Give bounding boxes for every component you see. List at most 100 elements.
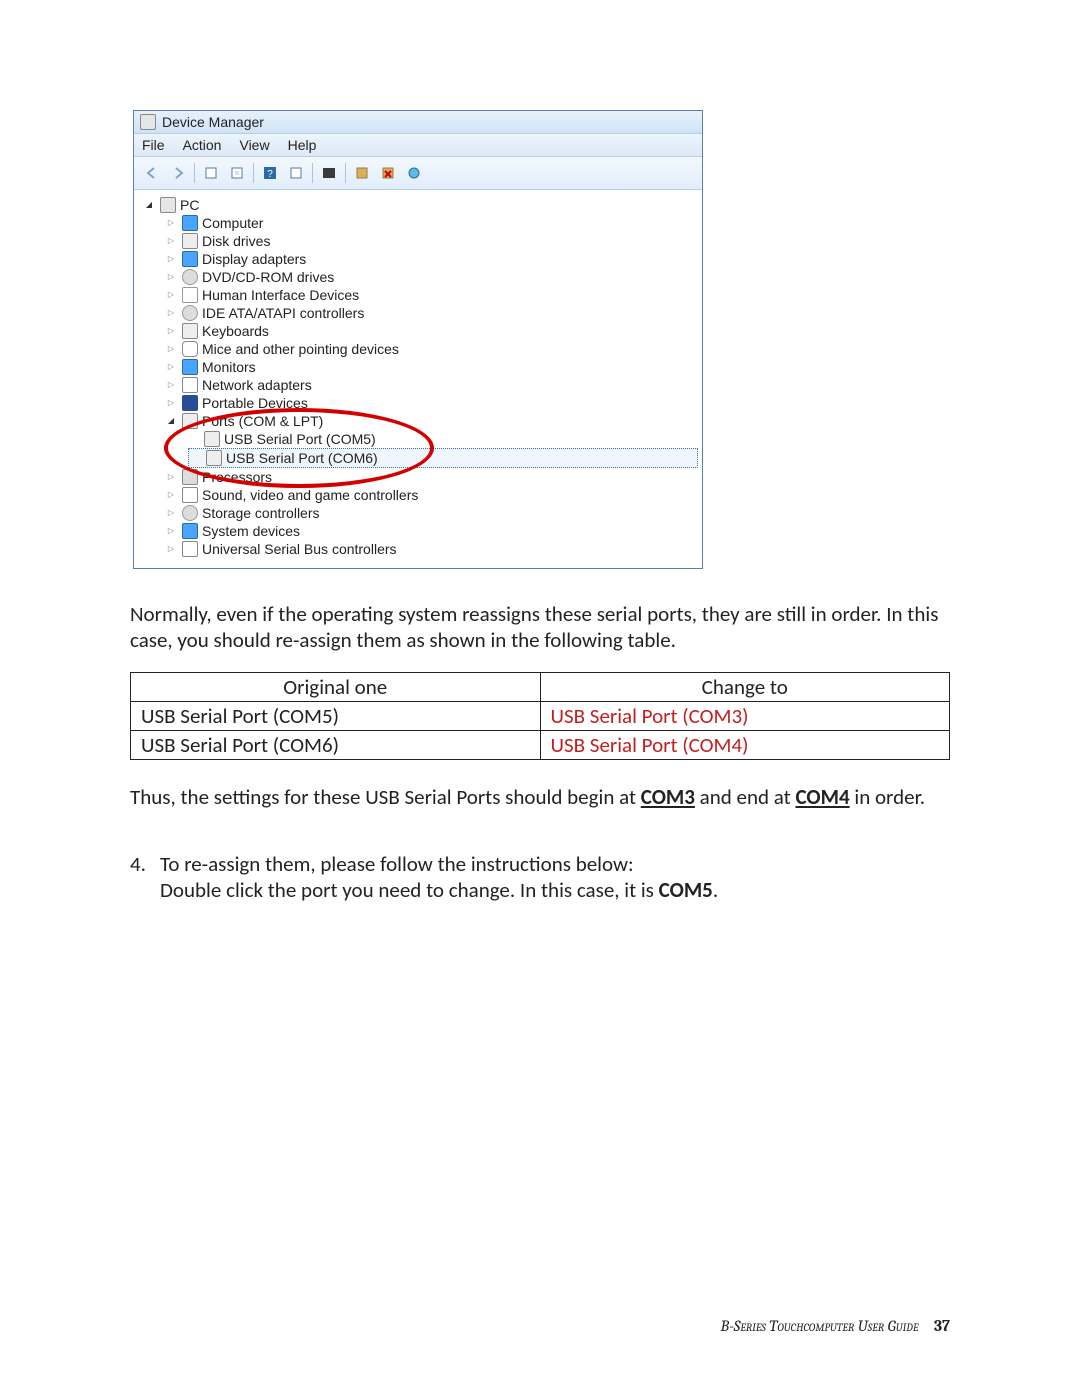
tree-item[interactable]: Display adapters bbox=[166, 250, 698, 268]
toolbar: ? bbox=[134, 157, 702, 190]
mon-icon bbox=[182, 215, 198, 231]
kb-icon bbox=[182, 323, 198, 339]
hid-icon bbox=[182, 287, 198, 303]
tree-item[interactable]: Human Interface Devices bbox=[166, 286, 698, 304]
tree-item[interactable]: USB Serial Port (COM6) bbox=[188, 448, 698, 468]
tree-item[interactable]: Storage controllers bbox=[166, 504, 698, 522]
expand-icon[interactable] bbox=[166, 290, 176, 300]
expand-icon[interactable] bbox=[166, 398, 176, 408]
usb-icon bbox=[182, 541, 198, 557]
tree-item-label: Mice and other pointing devices bbox=[202, 340, 399, 358]
port-icon bbox=[182, 413, 198, 429]
disk-icon bbox=[182, 233, 198, 249]
tree-item-label: Computer bbox=[202, 214, 263, 232]
chip-icon bbox=[182, 469, 198, 485]
tree-item[interactable]: Disk drives bbox=[166, 232, 698, 250]
menu-action[interactable]: Action bbox=[183, 137, 222, 153]
pc-icon bbox=[160, 197, 176, 213]
tree-item[interactable]: Monitors bbox=[166, 358, 698, 376]
expand-icon[interactable] bbox=[166, 344, 176, 354]
tree-item[interactable]: Mice and other pointing devices bbox=[166, 340, 698, 358]
tree-item-label: Network adapters bbox=[202, 376, 312, 394]
tree-item[interactable]: Sound, video and game controllers bbox=[166, 486, 698, 504]
tree-item-label: USB Serial Port (COM5) bbox=[224, 430, 376, 448]
expand-icon[interactable] bbox=[166, 508, 176, 518]
properties-icon[interactable] bbox=[199, 161, 223, 185]
tree-item[interactable]: USB Serial Port (COM5) bbox=[188, 430, 698, 448]
expand-icon[interactable] bbox=[166, 236, 176, 246]
menu-file[interactable]: File bbox=[142, 137, 165, 153]
forward-icon[interactable] bbox=[166, 161, 190, 185]
mon-icon bbox=[182, 359, 198, 375]
tree-item-label: Universal Serial Bus controllers bbox=[202, 540, 397, 558]
paragraph-2: Thus, the settings for these USB Serial … bbox=[130, 784, 950, 810]
snd-icon bbox=[182, 487, 198, 503]
expand-icon[interactable] bbox=[166, 272, 176, 282]
tree-item[interactable]: Ports (COM & LPT) bbox=[166, 412, 698, 430]
tree-item[interactable]: Universal Serial Bus controllers bbox=[166, 540, 698, 558]
net-icon bbox=[182, 377, 198, 393]
device-manager-icon bbox=[140, 114, 156, 130]
expand-icon[interactable] bbox=[166, 326, 176, 336]
expand-icon[interactable] bbox=[166, 472, 176, 482]
toolbar-icon-5[interactable] bbox=[317, 161, 341, 185]
expand-icon[interactable] bbox=[166, 490, 176, 500]
tree-item[interactable]: DVD/CD-ROM drives bbox=[166, 268, 698, 286]
table-header-changeto: Change to bbox=[540, 672, 950, 701]
table-row: USB Serial Port (COM6) USB Serial Port (… bbox=[131, 731, 950, 760]
tree-item[interactable]: Portable Devices bbox=[166, 394, 698, 412]
toolbar-icon-7[interactable] bbox=[376, 161, 400, 185]
step-line-1: To re-assign them, please follow the ins… bbox=[160, 851, 718, 877]
table-cell: USB Serial Port (COM5) bbox=[131, 701, 541, 730]
expand-icon[interactable] bbox=[166, 254, 176, 264]
table-header-original: Original one bbox=[131, 672, 541, 701]
expand-icon[interactable] bbox=[144, 200, 154, 210]
port-icon bbox=[204, 431, 220, 447]
toolbar-icon-8[interactable] bbox=[402, 161, 426, 185]
menu-view[interactable]: View bbox=[239, 137, 269, 153]
tree-item-label: DVD/CD-ROM drives bbox=[202, 268, 334, 286]
menu-help[interactable]: Help bbox=[288, 137, 317, 153]
mouse-icon bbox=[182, 341, 198, 357]
expand-icon[interactable] bbox=[166, 362, 176, 372]
tree-item[interactable]: Keyboards bbox=[166, 322, 698, 340]
toolbar-icon-6[interactable] bbox=[350, 161, 374, 185]
tree-item-label: Processors bbox=[202, 468, 272, 486]
tree-item-root[interactable]: PC bbox=[144, 196, 698, 214]
page-footer: B-Series Touchcomputer User Guide 37 bbox=[721, 1317, 950, 1335]
step-4: 4. To re-assign them, please follow the … bbox=[130, 851, 950, 904]
tree-item[interactable]: Computer bbox=[166, 214, 698, 232]
step-line-2: Double click the port you need to change… bbox=[160, 877, 718, 903]
expand-icon[interactable] bbox=[166, 218, 176, 228]
device-manager-window: Device Manager File Action View Help bbox=[133, 110, 703, 569]
tree-item-label: System devices bbox=[202, 522, 300, 540]
expand-icon[interactable] bbox=[166, 526, 176, 536]
step-number: 4. bbox=[130, 851, 152, 904]
refresh-icon[interactable] bbox=[225, 161, 249, 185]
back-icon[interactable] bbox=[140, 161, 164, 185]
tree-item-label: IDE ATA/ATAPI controllers bbox=[202, 304, 364, 322]
svg-text:?: ? bbox=[267, 169, 273, 180]
expand-icon[interactable] bbox=[166, 544, 176, 554]
expand-icon[interactable] bbox=[166, 380, 176, 390]
page-number: 37 bbox=[934, 1317, 950, 1335]
expand-icon[interactable] bbox=[166, 416, 176, 426]
blue-icon bbox=[182, 395, 198, 411]
device-tree: PCComputerDisk drivesDisplay adaptersDVD… bbox=[134, 190, 702, 568]
drive-icon bbox=[182, 269, 198, 285]
tree-item[interactable]: Processors bbox=[166, 468, 698, 486]
tree-item-label: Disk drives bbox=[202, 232, 270, 250]
menubar: File Action View Help bbox=[134, 134, 702, 157]
port-mapping-table: Original one Change to USB Serial Port (… bbox=[130, 672, 950, 761]
tree-item[interactable]: Network adapters bbox=[166, 376, 698, 394]
drive-icon bbox=[182, 505, 198, 521]
window-title: Device Manager bbox=[162, 114, 264, 130]
expand-icon[interactable] bbox=[166, 308, 176, 318]
scan-icon[interactable] bbox=[284, 161, 308, 185]
help-icon[interactable]: ? bbox=[258, 161, 282, 185]
tree-item-label: Keyboards bbox=[202, 322, 269, 340]
port-icon bbox=[206, 450, 222, 466]
tree-item[interactable]: IDE ATA/ATAPI controllers bbox=[166, 304, 698, 322]
tree-item-label: Monitors bbox=[202, 358, 256, 376]
tree-item[interactable]: System devices bbox=[166, 522, 698, 540]
